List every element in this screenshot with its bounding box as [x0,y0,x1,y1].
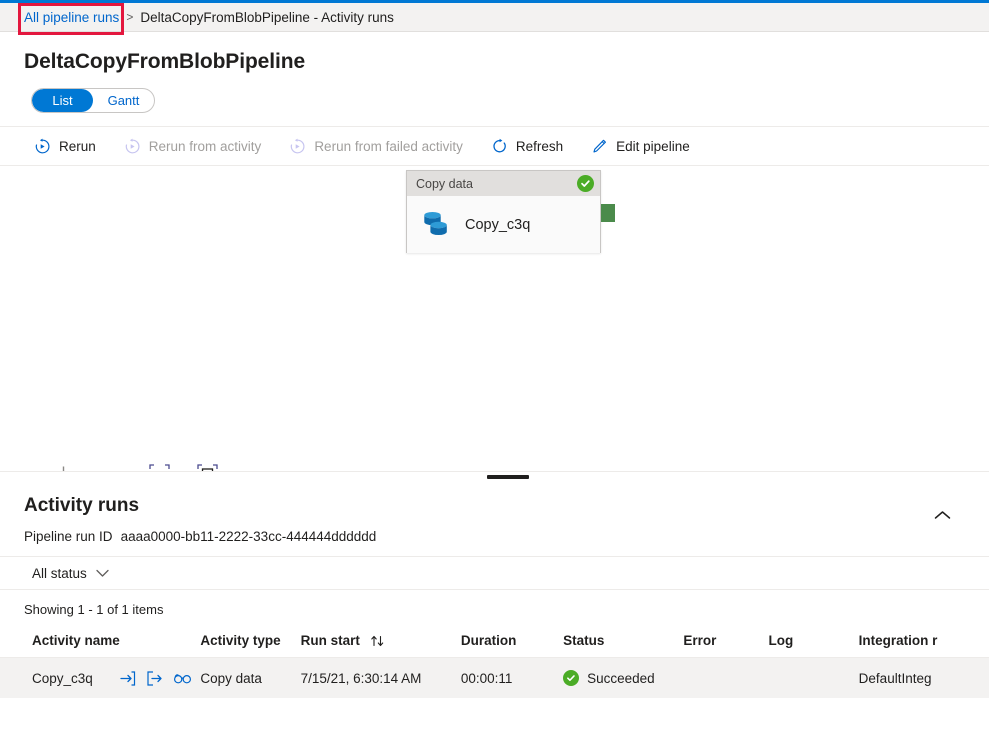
status-filter-bar: All status [0,556,989,590]
cell-activity-type: Copy data [200,670,262,686]
cell-activity-name: Copy_c3q [0,658,200,699]
rerun-from-activity-label: Rerun from activity [148,138,262,154]
showing-count: Showing 1 - 1 of 1 items [24,602,164,617]
column-header-error[interactable]: Error [683,628,769,658]
pipeline-canvas[interactable]: Copy data Copy_c3q [0,166,989,471]
column-header-status[interactable]: Status [563,628,684,658]
rerun-from-failed-activity-label: Rerun from failed activity [314,138,463,154]
rerun-from-failed-activity-button[interactable]: Rerun from failed activity [287,130,475,162]
pencil-icon [591,138,608,155]
command-bar: Rerun Rerun from activity Rerun from fai… [0,126,989,166]
canvas-zoom-toolbar: 100% [0,453,989,471]
rerun-from-activity-button[interactable]: Rerun from activity [122,130,274,162]
status-label: Succeeded [587,670,655,686]
pipeline-run-id-label: Pipeline run ID [24,529,113,544]
activity-node-name: Copy_c3q [465,216,531,233]
input-icon[interactable] [119,670,146,686]
edit-pipeline-label: Edit pipeline [616,138,690,154]
rerun-icon [34,138,51,155]
chevron-down-icon [96,569,109,577]
breadcrumb-all-pipeline-runs-link[interactable]: All pipeline runs [24,10,119,25]
output-icon[interactable] [146,670,173,686]
zoom-in-button[interactable] [42,458,84,471]
refresh-label: Refresh [515,138,564,154]
column-header-integration-runtime[interactable]: Integration r [858,628,989,658]
activity-runs-table: Activity name Activity type Run start Du… [0,628,989,698]
rerun-from-activity-icon [124,138,141,155]
refresh-icon [491,138,508,155]
column-header-activity-name[interactable]: Activity name [0,628,201,658]
column-header-run-start-label: Run start [300,633,360,648]
rerun-button[interactable]: Rerun [32,130,108,162]
pipeline-run-id-value: aaaa0000-bb11-2222-33cc-444444dddddd [120,529,377,544]
refresh-button[interactable]: Refresh [489,130,575,162]
details-glasses-icon[interactable] [173,672,200,685]
zoom-reset-100-percent-button[interactable]: 100% [138,458,180,471]
panel-splitter[interactable] [0,471,989,483]
status-filter-dropdown[interactable]: All status [32,566,109,581]
view-toggle: List Gantt [31,88,155,113]
cell-duration: 00:00:11 [460,670,513,686]
breadcrumb-separator-icon: > [126,10,134,24]
breadcrumb: All pipeline runs > DeltaCopyFromBlobPip… [0,3,989,32]
cell-integration-runtime: DefaultInteg [858,670,932,686]
splitter-grip[interactable] [487,475,529,479]
activity-node-body: Copy_c3q [407,196,600,253]
activity-node-header: Copy data [407,171,600,196]
breadcrumb-current: DeltaCopyFromBlobPipeline - Activity run… [140,9,394,25]
activity-node-type-label: Copy data [416,176,473,191]
chevron-up-icon [934,510,950,519]
cell-log [769,658,859,699]
copy-data-icon [420,209,451,241]
page-title: DeltaCopyFromBlobPipeline [24,50,306,73]
activity-node-output-connector[interactable] [601,204,615,222]
activity-name-value: Copy_c3q [32,670,93,686]
zoom-out-button[interactable] [90,458,132,471]
column-header-duration[interactable]: Duration [460,628,564,658]
fit-to-screen-button[interactable] [186,458,228,471]
status-filter-label: All status [32,565,87,581]
pipeline-run-id-row: Pipeline run ID aaaa0000-bb11-2222-33cc-… [0,517,989,544]
cell-run-start: 7/15/21, 6:30:14 AM [300,670,422,686]
edit-pipeline-button[interactable]: Edit pipeline [589,130,702,162]
rerun-label: Rerun [59,138,96,154]
sort-arrows-icon [370,635,386,647]
tab-list[interactable]: List [32,89,93,112]
column-header-log[interactable]: Log [768,628,859,658]
column-header-activity-type[interactable]: Activity type [200,628,301,658]
table-header-row: Activity name Activity type Run start Du… [0,628,989,658]
activity-status-success-icon [577,175,594,192]
activity-runs-panel: Activity runs Pipeline run ID aaaa0000-b… [0,483,989,698]
table-row[interactable]: Copy_c3q Copy data 7/15/21, 6:30:14 AM 0… [0,657,989,699]
cell-status: Succeeded [563,658,683,699]
tab-gantt[interactable]: Gantt [93,89,154,112]
status-success-icon [563,670,580,686]
cell-error [683,658,768,699]
activity-runs-title: Activity runs [24,495,140,516]
collapse-panel-button[interactable] [929,502,955,528]
column-header-run-start[interactable]: Run start [300,628,461,658]
rerun-from-failed-activity-icon [289,138,306,155]
activity-node-copy-data[interactable]: Copy data Copy_c3q [406,170,601,253]
